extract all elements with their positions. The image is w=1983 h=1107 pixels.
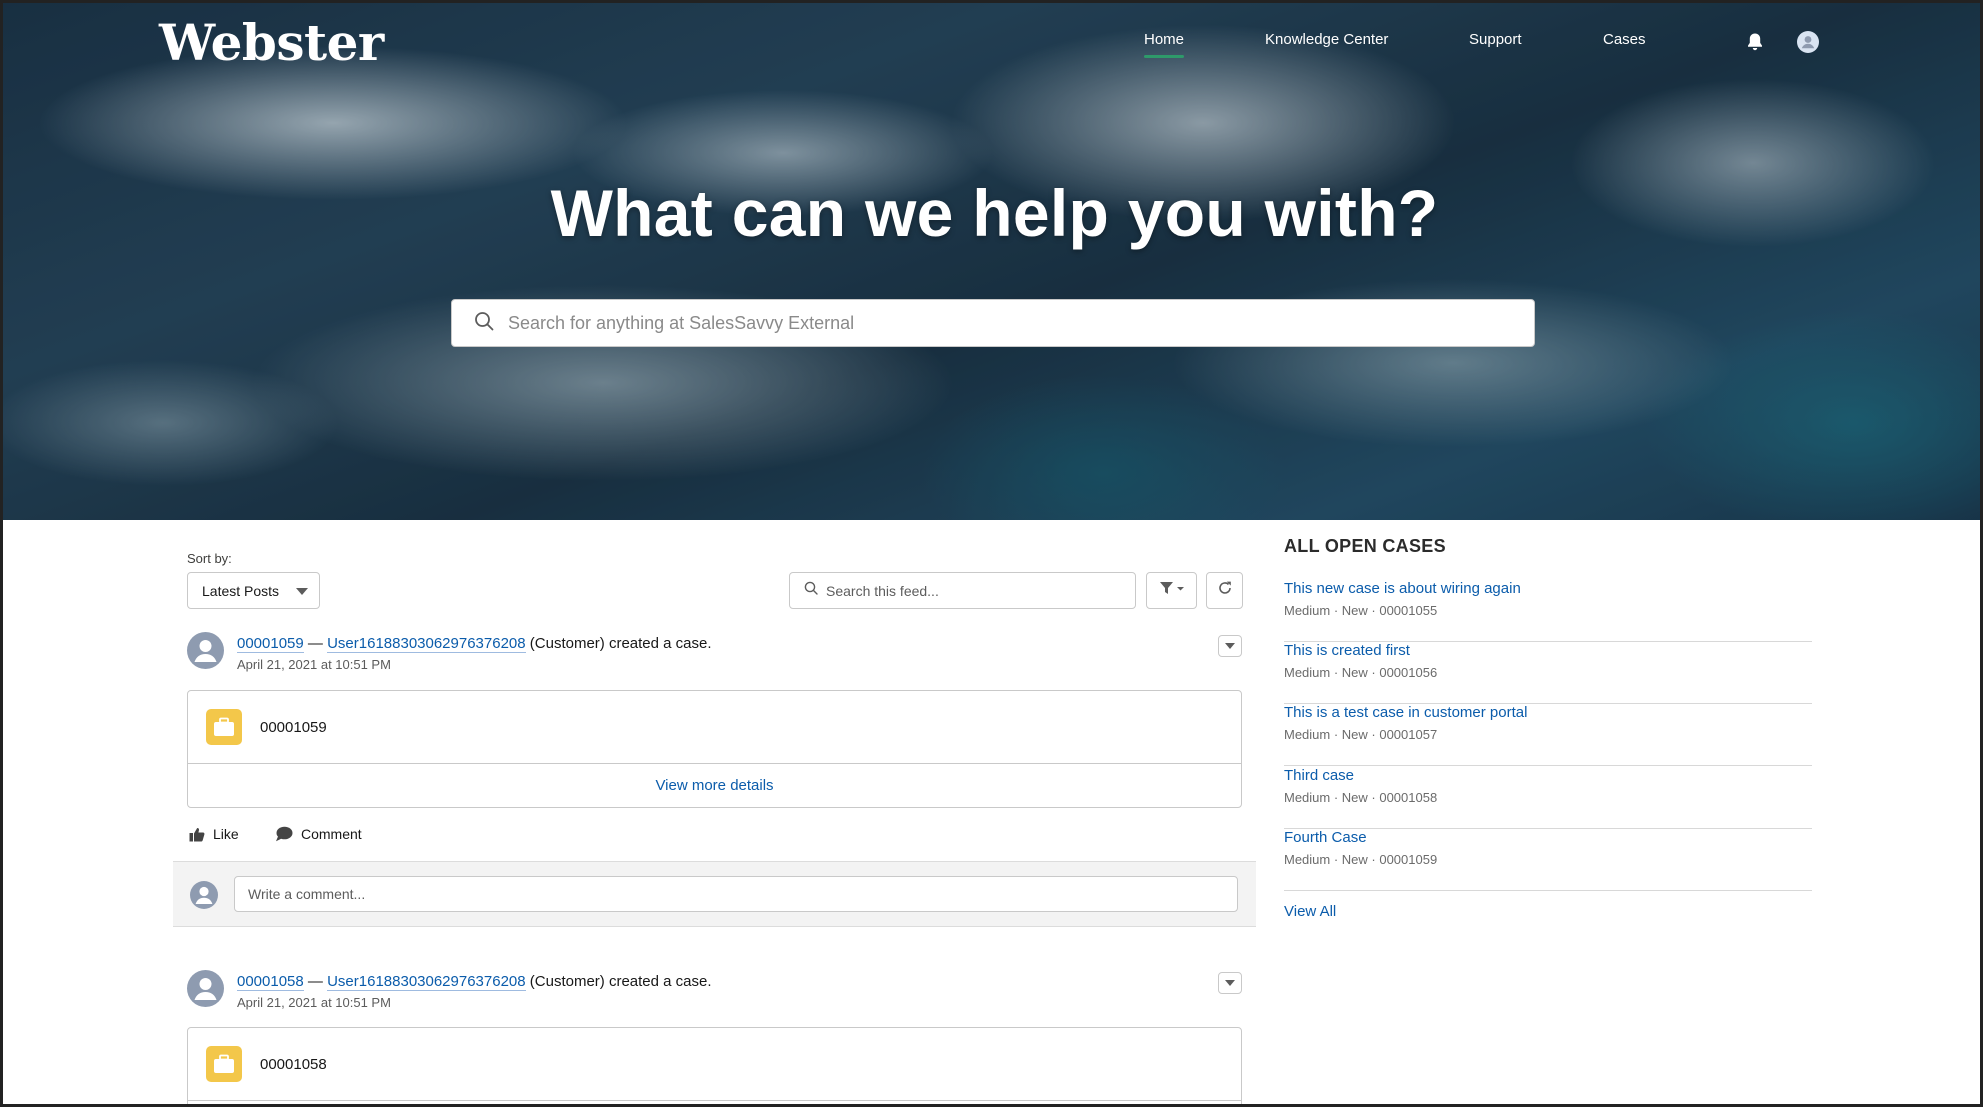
avatar	[190, 881, 218, 909]
thumbs-up-icon	[189, 827, 205, 841]
post-menu-button[interactable]	[1218, 972, 1242, 994]
open-case-link[interactable]: This is created first	[1284, 642, 1410, 659]
case-card: 00001058	[187, 1027, 1242, 1104]
refresh-button[interactable]	[1206, 572, 1243, 609]
case-record-row[interactable]: 00001059	[188, 691, 1241, 763]
like-button[interactable]: Like	[189, 826, 239, 842]
post-header: 00001059 — User16188303062976376208 (Cus…	[237, 635, 712, 653]
hero-search-input[interactable]	[508, 312, 1508, 334]
search-icon	[804, 581, 818, 600]
user-link[interactable]: User16188303062976376208	[327, 973, 526, 991]
filter-icon	[1159, 581, 1185, 600]
open-case-meta: Medium · New · 00001056	[1284, 665, 1438, 680]
comment-button[interactable]: Comment	[275, 826, 362, 842]
list-item: This new case is about wiring again Medi…	[1284, 580, 1812, 642]
view-more-details-link[interactable]: View more details	[655, 777, 773, 794]
comment-label: Comment	[301, 826, 362, 842]
nav-support[interactable]: Support	[1469, 31, 1522, 48]
open-case-link[interactable]: Third case	[1284, 767, 1354, 784]
speech-bubble-icon	[276, 826, 293, 842]
user-link[interactable]: User16188303062976376208	[327, 635, 526, 653]
open-case-link[interactable]: Fourth Case	[1284, 829, 1367, 846]
briefcase-icon	[206, 709, 242, 745]
post-separator: —	[303, 635, 328, 652]
open-case-link[interactable]: This new case is about wiring again	[1284, 580, 1521, 597]
post-date[interactable]: April 21, 2021 at 10:51 PM	[237, 995, 391, 1010]
case-number: 00001058	[260, 1055, 327, 1073]
nav-home[interactable]: Home	[1144, 31, 1185, 58]
chevron-down-icon	[1225, 980, 1235, 986]
like-label: Like	[213, 826, 239, 842]
open-case-meta: Medium · New · 00001055	[1284, 603, 1438, 618]
case-details-row: View more details	[188, 763, 1241, 807]
filter-button[interactable]	[1146, 572, 1197, 609]
search-icon	[474, 311, 494, 336]
open-case-meta: Medium · New · 00001059	[1284, 852, 1438, 867]
hero-title: What can we help you with?	[550, 176, 1439, 250]
list-item: Third case Medium · New · 00001058	[1284, 767, 1812, 829]
hero-banner: Webster Home Knowledge Center Support Ca…	[3, 3, 1980, 520]
hero-search-box[interactable]	[451, 299, 1535, 347]
list-item: This is created first Medium · New · 000…	[1284, 642, 1812, 704]
open-case-meta: Medium · New · 00001057	[1284, 727, 1438, 742]
page-frame: Webster Home Knowledge Center Support Ca…	[0, 0, 1983, 1107]
nav-cases[interactable]: Cases	[1603, 31, 1646, 48]
case-link[interactable]: 00001059	[237, 635, 304, 653]
post-separator: —	[303, 973, 328, 990]
chevron-down-icon	[1225, 643, 1235, 649]
post-menu-button[interactable]	[1218, 635, 1242, 657]
case-link[interactable]: 00001058	[237, 973, 304, 991]
sort-by-label: Sort by:	[187, 551, 232, 566]
post-action-text: (Customer) created a case.	[525, 635, 712, 652]
bell-icon[interactable]	[1743, 30, 1767, 54]
open-case-meta: Medium · New · 00001058	[1284, 790, 1438, 805]
comment-composer	[173, 861, 1256, 927]
list-item: Fourth Case Medium · New · 00001059	[1284, 829, 1812, 891]
sort-select[interactable]: Latest Posts	[187, 572, 320, 609]
refresh-icon	[1217, 580, 1233, 601]
comment-field[interactable]	[234, 876, 1238, 912]
hero-background-image	[3, 3, 1980, 520]
nav-knowledge-center[interactable]: Knowledge Center	[1265, 31, 1388, 48]
briefcase-icon	[206, 1046, 242, 1082]
feed-search-box[interactable]	[789, 572, 1136, 609]
case-record-row[interactable]: 00001058	[188, 1028, 1241, 1100]
open-cases-title: ALL OPEN CASES	[1284, 536, 1446, 556]
comment-input[interactable]	[248, 886, 1218, 902]
avatar[interactable]	[187, 970, 224, 1007]
view-all-link[interactable]: View All	[1284, 903, 1336, 920]
case-number: 00001059	[260, 718, 327, 736]
open-case-link[interactable]: This is a test case in customer portal	[1284, 704, 1527, 721]
post-action-text: (Customer) created a case.	[525, 973, 712, 990]
post-date[interactable]: April 21, 2021 at 10:51 PM	[237, 657, 391, 672]
chevron-down-icon	[296, 588, 308, 595]
sort-select-value: Latest Posts	[202, 582, 280, 599]
post-header: 00001058 — User16188303062976376208 (Cus…	[237, 973, 712, 991]
user-icon[interactable]	[1796, 30, 1820, 54]
case-card: 00001059 View more details	[187, 690, 1242, 808]
feed-search-input[interactable]	[826, 582, 1116, 599]
avatar[interactable]	[187, 632, 224, 669]
top-nav: Home Knowledge Center Support Cases	[3, 31, 1980, 71]
case-details-row	[188, 1100, 1241, 1104]
list-item: This is a test case in customer portal M…	[1284, 704, 1812, 766]
